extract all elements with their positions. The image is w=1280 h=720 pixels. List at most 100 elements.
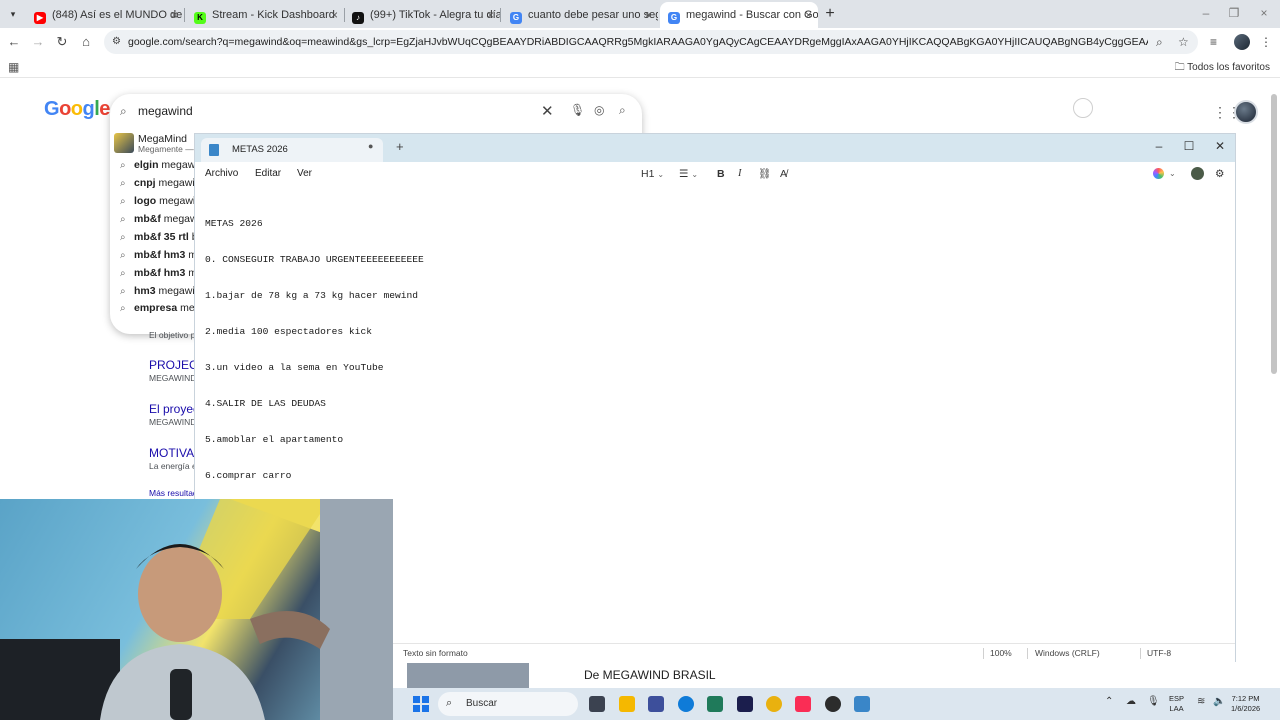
new-tab-button[interactable]: + xyxy=(822,4,838,24)
tab-search-chevron-icon[interactable]: ▾ xyxy=(4,5,22,23)
file-explorer-icon[interactable] xyxy=(619,696,635,712)
notepad-app-icon[interactable] xyxy=(854,696,870,712)
address-bar[interactable]: ⚙ google.com/search?q=megawind&oq=meawin… xyxy=(104,30,1198,54)
profile-avatar[interactable] xyxy=(1234,34,1250,50)
tab-google-weight[interactable]: Gcuanto debe pesar uno segun × xyxy=(502,4,658,26)
bookmark-star-icon[interactable]: ☆ xyxy=(1178,34,1189,50)
heading-label: H1 xyxy=(641,168,655,180)
search-submit-icon[interactable]: ⌕ xyxy=(619,103,626,118)
notepad-new-tab-button[interactable]: + xyxy=(396,140,404,154)
suggestion-item[interactable]: ⌕mb&f 35 rtl b xyxy=(120,231,198,247)
minimize-icon[interactable]: – xyxy=(1198,6,1214,20)
close-tab-icon[interactable]: × xyxy=(487,4,494,26)
store-icon[interactable] xyxy=(707,696,723,712)
google-account-avatar[interactable] xyxy=(1234,100,1258,124)
suggestion-item[interactable]: ⌕ logo megawi xyxy=(120,195,195,211)
obs-icon[interactable] xyxy=(825,696,841,712)
edge-icon[interactable] xyxy=(678,696,694,712)
tray-chevron-icon[interactable]: ⌃ xyxy=(1105,696,1113,707)
tab-label: megawind - Buscar con Google xyxy=(686,9,818,21)
clock[interactable]: 7:12 PM 1/6/2026 xyxy=(1231,694,1260,714)
close-window-icon[interactable]: ✕ xyxy=(1213,139,1227,153)
microphone-icon[interactable]: 🎙 xyxy=(1147,696,1160,707)
media-controls-icon[interactable]: ≡ xyxy=(1210,34,1217,50)
clear-formatting-icon[interactable]: A̸ xyxy=(780,167,787,181)
clear-search-icon[interactable]: ✕ xyxy=(541,102,554,120)
suggestion-item[interactable]: ⌕ elgin megaw xyxy=(120,159,195,175)
youtube-icon: ▶ xyxy=(34,12,46,24)
music-icon[interactable] xyxy=(795,696,811,712)
notepad-tab[interactable]: METAS 2026 ● xyxy=(201,138,383,162)
close-tab-icon[interactable]: × xyxy=(331,4,338,26)
result-title[interactable]: El proyec xyxy=(149,402,199,416)
premiere-pro-icon[interactable] xyxy=(737,696,753,712)
discord-icon[interactable] xyxy=(648,696,664,712)
status-encoding[interactable]: UTF-8 xyxy=(1147,648,1171,658)
microphone-icon[interactable]: 🎙 xyxy=(570,103,585,117)
heading-dropdown[interactable]: H1 ⌄ xyxy=(641,167,664,182)
result-thumbnail[interactable] xyxy=(407,662,529,688)
wifi-icon[interactable]: ≋ xyxy=(1197,696,1205,707)
back-arrow-icon[interactable]: ← xyxy=(6,34,22,50)
tab-google-megawind[interactable]: Gmegawind - Buscar con Google × xyxy=(660,2,818,28)
suggestion-item[interactable]: ⌕ mb&f megaw xyxy=(120,213,198,229)
unsaved-dot-icon[interactable]: ● xyxy=(368,141,373,151)
windows-start-icon[interactable] xyxy=(413,696,429,712)
suggestion-item[interactable]: ⌕ empresa me xyxy=(120,302,195,318)
list-dropdown[interactable]: ☰ ⌄ xyxy=(679,167,698,182)
apps-grid-icon[interactable]: ▦ xyxy=(8,60,19,74)
chevron-down-icon[interactable]: ⌄ xyxy=(1169,167,1176,181)
google-lens-icon[interactable]: ◎ xyxy=(594,103,604,117)
tab-label: Stream - Kick Dashboard xyxy=(212,9,335,21)
suggestion-item[interactable]: ⌕ cnpj megawi xyxy=(120,177,195,193)
link-icon[interactable]: ⛓ xyxy=(758,167,771,181)
editor-line: 1.bajar de 78 kg a 73 kg hacer mewind xyxy=(205,290,419,301)
close-tab-icon[interactable]: × xyxy=(645,4,652,26)
language-indicator[interactable]: ESP LAA xyxy=(1169,694,1184,714)
restore-icon[interactable]: ❐ xyxy=(1226,6,1242,20)
status-divider xyxy=(1027,648,1028,659)
bold-icon[interactable]: B xyxy=(717,167,725,181)
menu-archivo[interactable]: Archivo xyxy=(205,168,238,179)
suggestion-item[interactable]: ⌕ mb&f hm3 m xyxy=(120,267,197,283)
chrome-menu-icon[interactable]: ⋮ xyxy=(1260,34,1272,50)
kick-icon: K xyxy=(194,12,206,24)
close-tab-icon[interactable]: × xyxy=(171,4,178,26)
close-tab-icon[interactable]: × xyxy=(805,2,812,28)
status-line-endings[interactable]: Windows (CRLF) xyxy=(1035,648,1100,658)
google-logo[interactable]: Google xyxy=(44,98,110,121)
minimize-icon[interactable]: – xyxy=(1152,139,1166,153)
result-title[interactable]: De MEGAWIND BRASIL xyxy=(584,668,716,682)
suggestion-item[interactable]: ⌕ hm3 megawi xyxy=(120,285,195,301)
search-icon: ⌕ xyxy=(120,268,126,279)
tab-kick[interactable]: K Stream - Kick Dashboard × xyxy=(186,4,344,26)
zoom-search-icon[interactable]: ⌕ xyxy=(1156,34,1163,50)
all-bookmarks-link[interactable]: 🗀 Todos los favoritos xyxy=(1175,60,1270,77)
forward-arrow-icon[interactable]: → xyxy=(30,34,46,50)
suggestion-item[interactable]: ⌕ mb&f hm3 m xyxy=(120,249,197,265)
tab-youtube[interactable]: ▶ (848) Así es el MUNDO de HAR × xyxy=(26,4,184,26)
taskbar-search[interactable]: ⌕ Buscar xyxy=(438,692,578,716)
account-avatar[interactable] xyxy=(1191,167,1204,180)
tiktok-icon: ♪ xyxy=(352,12,364,24)
more-results-link[interactable]: Más resultad xyxy=(149,488,198,498)
settings-gear-icon[interactable]: ⚙ xyxy=(1215,167,1224,181)
menu-ver[interactable]: Ver xyxy=(297,168,312,179)
italic-icon[interactable]: I xyxy=(738,167,742,181)
site-info-icon[interactable]: ⚙ xyxy=(112,35,126,49)
search-icon: ⌕ xyxy=(120,104,127,118)
maximize-icon[interactable]: ☐ xyxy=(1182,139,1196,153)
volume-icon[interactable]: 🔈 xyxy=(1213,696,1225,707)
tab-tiktok[interactable]: ♪ (99+) TikTok - Alegra tu día × xyxy=(344,4,500,26)
reload-icon[interactable]: ↻ xyxy=(54,34,70,50)
copilot-icon[interactable] xyxy=(1153,168,1164,179)
page-scrollbar[interactable] xyxy=(1271,94,1277,374)
menu-editar[interactable]: Editar xyxy=(255,168,281,179)
search-input[interactable]: megawind xyxy=(138,104,193,118)
status-zoom[interactable]: 100% xyxy=(990,648,1012,658)
cloud-icon[interactable]: ☁ xyxy=(1126,696,1136,707)
task-view-icon[interactable] xyxy=(589,696,605,712)
close-window-icon[interactable]: × xyxy=(1256,6,1272,20)
chrome-icon[interactable] xyxy=(766,696,782,712)
home-icon[interactable]: ⌂ xyxy=(78,34,94,50)
